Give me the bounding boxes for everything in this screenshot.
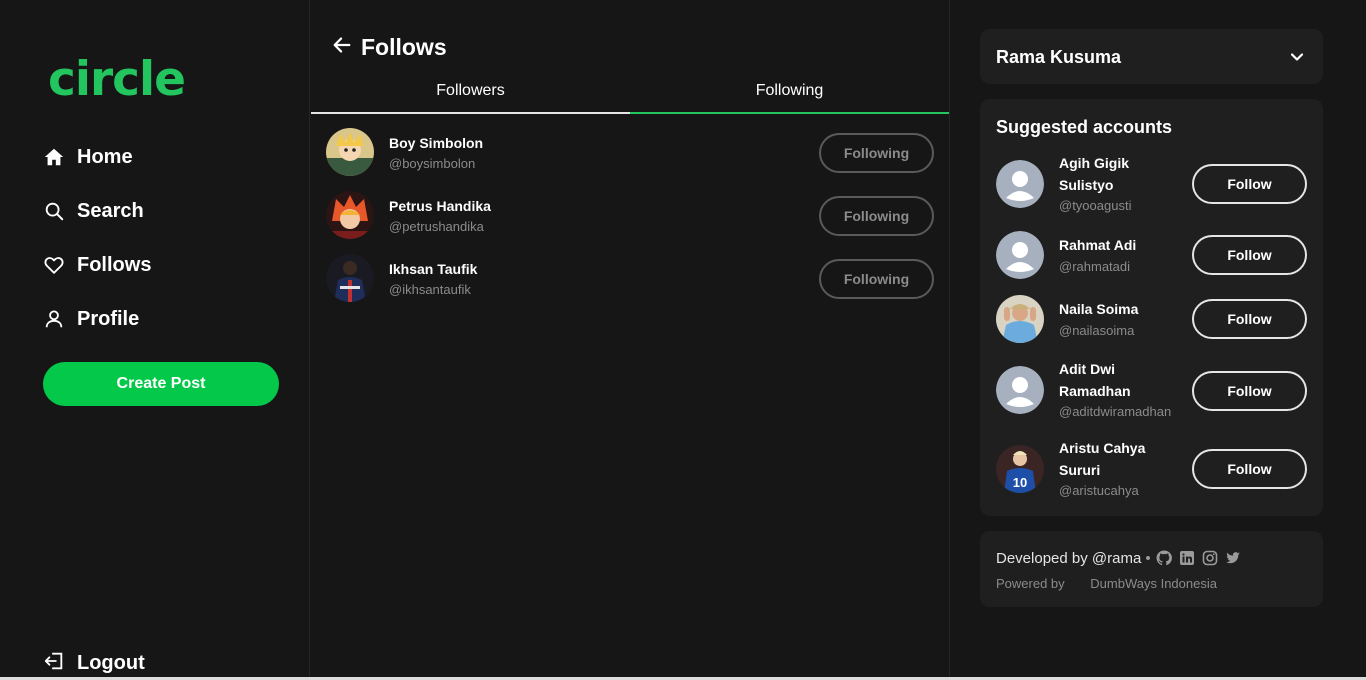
suggested-item: Agih Gigik Sulistyo @tyooagusti Follow <box>996 152 1307 214</box>
nav-label-home: Home <box>77 145 133 168</box>
search-icon <box>43 200 65 222</box>
following-button[interactable]: Following <box>819 196 934 236</box>
app-logo[interactable]: circle <box>48 52 186 107</box>
nav-item-follows[interactable]: Follows <box>43 249 151 281</box>
row-handle: @petrushandika <box>389 219 484 234</box>
suggested-item: Adit Dwi Ramadhan @aditdwiramadhan Follo… <box>996 358 1307 420</box>
avatar[interactable] <box>326 191 374 239</box>
powered-by-brand[interactable]: DumbWays Indonesia <box>1090 576 1217 591</box>
suggested-name: Aristu Cahya Sururi <box>1059 440 1146 478</box>
following-button[interactable]: Following <box>819 259 934 299</box>
home-icon <box>43 146 65 168</box>
nav-item-search[interactable]: Search <box>43 195 144 227</box>
tab-following-label: Following <box>755 82 824 99</box>
following-button[interactable]: Following <box>819 133 934 173</box>
tab-active-underline <box>630 112 949 114</box>
tab-followers[interactable]: Followers <box>311 76 630 114</box>
follow-button[interactable]: Follow <box>1192 371 1307 411</box>
profile-name: Rama Kusuma <box>996 47 1122 67</box>
tab-followers-label: Followers <box>436 82 505 99</box>
avatar-placeholder-icon[interactable] <box>996 366 1044 414</box>
avatar-placeholder-icon[interactable] <box>996 231 1044 279</box>
list-item: Ikhsan Taufik @ikhsantaufik Following <box>326 254 934 304</box>
svg-text:10: 10 <box>1013 475 1027 490</box>
suggested-item: Naila Soima @nailasoima Follow <box>996 295 1307 345</box>
follow-button[interactable]: Follow <box>1192 299 1307 339</box>
nav-label-search: Search <box>77 199 144 222</box>
suggested-name: Agih Gigik Sulistyo <box>1059 155 1129 193</box>
right-sidebar: Rama Kusuma Suggested accounts Agih Gigi… <box>951 0 1366 680</box>
create-post-button[interactable]: Create Post <box>43 362 279 406</box>
suggested-handle: @rahmatadi <box>1059 259 1131 274</box>
row-name: Ikhsan Taufik <box>389 261 478 277</box>
suggested-name: Rahmat Adi <box>1059 237 1137 253</box>
row-handle: @ikhsantaufik <box>389 282 471 297</box>
avatar[interactable] <box>996 295 1044 343</box>
suggested-name: Adit Dwi Ramadhan <box>1059 361 1131 399</box>
chevron-down-icon[interactable] <box>1289 49 1305 65</box>
heart-icon <box>43 254 65 276</box>
suggested-handle: @aristucahya <box>1059 483 1139 498</box>
avatar[interactable] <box>326 254 374 302</box>
suggested-handle: @aditdwiramadhan <box>1059 404 1172 419</box>
suggested-item: 10 Aristu Cahya Sururi @aristucahya Foll… <box>996 437 1307 499</box>
linkedin-icon[interactable] <box>1178 549 1196 567</box>
suggested-item: Rahmat Adi @rahmatadi Follow <box>996 231 1307 281</box>
separator-dot: • <box>1145 549 1151 567</box>
developed-by-text[interactable]: Developed by @rama <box>996 550 1141 567</box>
list-item: Petrus Handika @petrushandika Following <box>326 191 934 241</box>
github-icon[interactable] <box>1155 549 1173 567</box>
back-button[interactable]: Follows <box>331 34 447 61</box>
logout-icon <box>43 650 65 677</box>
nav-label-profile: Profile <box>77 307 140 330</box>
suggested-handle: @nailasoima <box>1059 323 1135 338</box>
follow-button[interactable]: Follow <box>1192 164 1307 204</box>
twitter-icon[interactable] <box>1224 549 1242 567</box>
row-name: Petrus Handika <box>389 198 491 214</box>
user-icon <box>43 308 65 330</box>
footer-card: Developed by @rama • Powered by DumbWays… <box>980 531 1323 607</box>
row-handle: @boysimbolon <box>389 156 476 171</box>
suggested-title: Suggested accounts <box>996 117 1173 137</box>
follow-button[interactable]: Follow <box>1192 449 1307 489</box>
suggested-accounts-card: Suggested accounts Agih Gigik Sulistyo @… <box>980 99 1323 516</box>
list-item: Boy Simbolon @boysimbolon Following <box>326 128 934 178</box>
follow-tabs: Followers Following <box>311 76 949 114</box>
nav-label-follows: Follows <box>77 253 152 276</box>
avatar[interactable]: 10 <box>996 445 1044 493</box>
powered-by-label: Powered by <box>996 576 1065 591</box>
nav-item-profile[interactable]: Profile <box>43 303 139 335</box>
logout-label: Logout <box>77 652 145 674</box>
row-name: Boy Simbolon <box>389 135 484 151</box>
powered-by-line: Powered by DumbWays Indonesia <box>996 576 1217 591</box>
page-title: Follows <box>361 34 447 60</box>
avatar[interactable] <box>326 128 374 176</box>
avatar-placeholder-icon[interactable] <box>996 160 1044 208</box>
suggested-name: Naila Soima <box>1059 301 1139 317</box>
follow-button[interactable]: Follow <box>1192 235 1307 275</box>
logout-button[interactable]: Logout <box>43 650 145 677</box>
developer-line: Developed by @rama • <box>996 549 1247 567</box>
tab-underline <box>311 112 630 114</box>
main-column: Follows Followers Following Boy Simbolon… <box>311 0 950 680</box>
suggested-handle: @tyooagusti <box>1059 198 1132 213</box>
instagram-icon[interactable] <box>1201 549 1219 567</box>
nav-item-home[interactable]: Home <box>43 141 133 173</box>
arrow-left-icon <box>331 34 353 61</box>
profile-card: Rama Kusuma <box>980 29 1323 84</box>
tab-following[interactable]: Following <box>630 76 949 114</box>
left-sidebar: circle Home Search Follows Profile Creat… <box>0 0 310 680</box>
